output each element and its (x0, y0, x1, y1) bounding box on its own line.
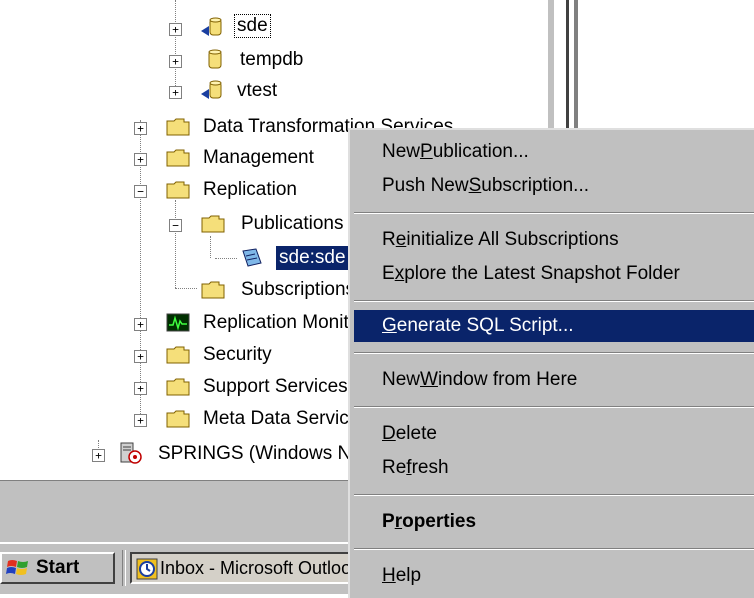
menu-item-text: Push New (382, 175, 469, 196)
tree-line (210, 236, 211, 258)
context-menu: New Publication... Push New Subscription… (348, 128, 754, 598)
tree-line (175, 0, 176, 96)
tree-line (175, 200, 176, 288)
taskbar-inbox-button[interactable]: Inbox - Microsoft Outlook (130, 552, 360, 584)
menu-item-help[interactable]: Help (354, 560, 754, 592)
menu-item-text: initialize All Subscriptions (406, 229, 619, 250)
folder-icon (166, 118, 190, 136)
taskbar-inbox-label: Inbox - Microsoft Outlook (160, 557, 360, 578)
collapse-icon[interactable]: − (169, 219, 182, 232)
expand-icon[interactable]: + (134, 318, 147, 331)
menu-item-new-publication[interactable]: New Publication... (354, 136, 754, 168)
menu-item-accel: r (394, 511, 403, 532)
monitor-icon (166, 313, 190, 332)
menu-item-accel: D (382, 423, 396, 444)
menu-separator (354, 212, 754, 214)
menu-item-text: operties (402, 511, 477, 532)
expand-icon[interactable]: + (169, 86, 182, 99)
menu-item-text: elete (395, 423, 437, 444)
tree-item-label: tempdb (240, 49, 304, 70)
menu-item-text: ubscription... (481, 175, 590, 196)
tree-item-label: sde:sde (275, 245, 350, 271)
menu-item-text: P (382, 511, 395, 532)
menu-separator (354, 494, 754, 496)
tree-item-label: Security (203, 344, 272, 365)
tree-item-label: SPRINGS (Windows NT) (158, 443, 370, 464)
publication-icon (242, 248, 262, 267)
expand-icon[interactable]: + (169, 55, 182, 68)
tree-item-label: sde (234, 14, 271, 38)
menu-item-explore-latest-snapshot-folder[interactable]: Ex plore the Latest Snapshot Folder (354, 258, 754, 290)
expand-icon[interactable]: + (134, 382, 147, 395)
taskbar-separator (122, 550, 126, 586)
menu-item-text: plore the Latest Snapshot Folder (404, 263, 680, 284)
menu-item-reinitialize-all-subscriptions[interactable]: Re initialize All Subscriptions (354, 224, 754, 256)
menu-item-accel: G (382, 315, 397, 336)
menu-item-text: ublication... (432, 141, 529, 162)
tree-line (215, 258, 237, 259)
menu-item-text: indow from Here (437, 369, 578, 390)
database-replicated-icon (201, 80, 222, 99)
folder-icon (166, 346, 190, 364)
menu-item-refresh[interactable]: Re f resh (354, 452, 754, 484)
database-icon (208, 49, 222, 69)
folder-icon (201, 281, 225, 299)
menu-item-text: New (382, 141, 421, 162)
menu-item-text: resh (411, 457, 449, 478)
menu-separator (354, 300, 754, 302)
expand-icon[interactable]: + (134, 153, 147, 166)
tree-item-label: Meta Data Services (203, 408, 369, 429)
tree-item-label: Replication (203, 179, 297, 200)
menu-item-accel: S (468, 175, 482, 196)
database-replicated-icon (201, 17, 222, 36)
expand-icon[interactable]: + (134, 350, 147, 363)
menu-item-accel: e (395, 229, 407, 250)
menu-item-properties[interactable]: Pr operties (354, 506, 754, 538)
folder-icon (166, 378, 190, 396)
menu-separator (354, 548, 754, 550)
expand-icon[interactable]: + (169, 23, 182, 36)
menu-item-text: R (382, 229, 396, 250)
outlook-icon (136, 558, 158, 580)
tree-item-label: vtest (237, 80, 278, 101)
tree-item-label: Management (203, 147, 314, 168)
menu-item-push-new-subscription[interactable]: Push New Subscription... (354, 170, 754, 202)
folder-open-icon (166, 181, 190, 199)
expand-icon[interactable]: + (92, 449, 105, 462)
menu-item-text: elp (395, 565, 422, 586)
menu-item-accel: W (420, 369, 438, 390)
menu-item-accel: H (382, 565, 396, 586)
tree-item-label: Replication Monitor (203, 312, 366, 333)
tree-item-label: Publications (241, 213, 344, 234)
menu-separator (354, 406, 754, 408)
menu-item-text: New (382, 369, 421, 390)
collapse-icon[interactable]: − (134, 185, 147, 198)
menu-item-text: E (382, 263, 395, 284)
menu-item-generate-sql-script[interactable]: Generate SQL Script... (354, 310, 754, 342)
tree-item-label: Subscriptions (241, 279, 356, 300)
menu-item-accel: P (420, 141, 433, 162)
expand-icon[interactable]: + (134, 122, 147, 135)
menu-item-text: Re (382, 457, 407, 478)
tree-line (175, 288, 197, 289)
menu-item-delete[interactable]: Delete (354, 418, 754, 450)
folder-open-icon (201, 215, 225, 233)
start-button[interactable]: Start (0, 552, 115, 584)
menu-item-accel: x (394, 263, 405, 284)
menu-separator (354, 352, 754, 354)
folder-icon (166, 149, 190, 167)
server-stopped-icon (120, 442, 142, 464)
start-label: Start (36, 557, 80, 578)
tree-item-label: Support Services (203, 376, 348, 397)
menu-item-text: enerate SQL Script... (396, 315, 574, 336)
menu-item-new-window-from-here[interactable]: New Window from Here (354, 364, 754, 396)
windows-logo-icon (6, 560, 28, 575)
expand-icon[interactable]: + (134, 414, 147, 427)
folder-icon (166, 410, 190, 428)
